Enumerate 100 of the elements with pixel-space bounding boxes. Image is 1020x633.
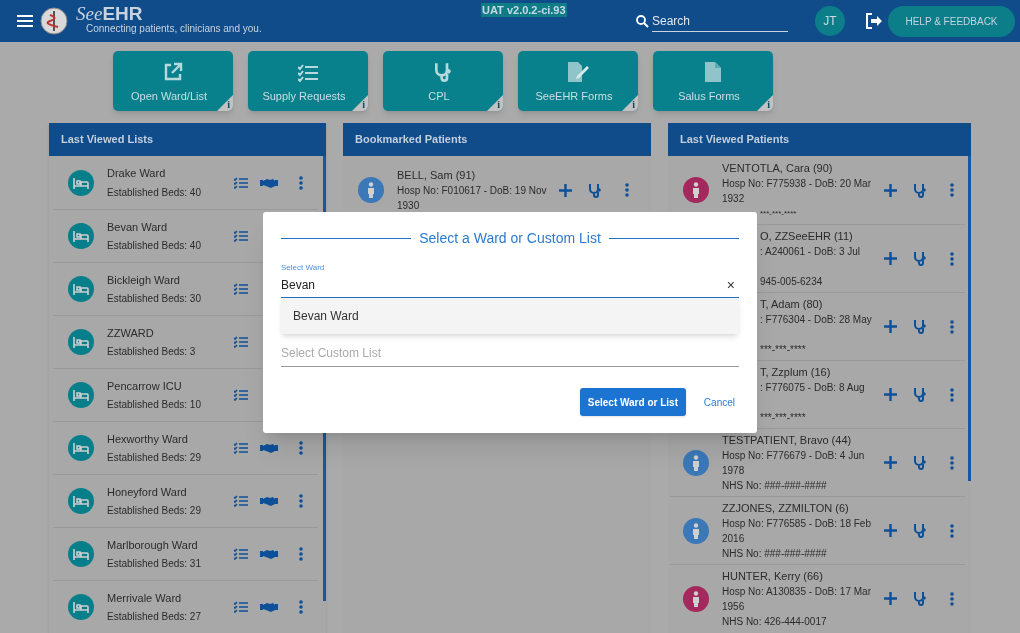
panel-header: Bookmarked Patients xyxy=(343,123,651,156)
checklist-icon[interactable] xyxy=(234,548,248,560)
patient-name[interactable]: ZZJONES, ZZMILTON (6) xyxy=(722,500,874,516)
search-icon xyxy=(636,14,649,28)
patient-name[interactable]: O, ZZSeeEHR (11) xyxy=(760,228,874,244)
checklist-icon[interactable] xyxy=(234,283,248,295)
stethoscope-icon[interactable] xyxy=(913,319,927,334)
ward-name[interactable]: Marlborough Ward xyxy=(107,536,232,554)
patient-name[interactable]: T, Adam (80) xyxy=(760,296,874,312)
menu-icon[interactable] xyxy=(17,15,33,27)
ward-name[interactable]: Honeyford Ward xyxy=(107,483,232,501)
patient-name[interactable]: TESTPATIENT, Bravo (44) xyxy=(722,432,874,448)
stethoscope-icon[interactable] xyxy=(913,182,927,198)
checklist-icon[interactable] xyxy=(234,601,248,613)
ward-name[interactable]: Hexworthy Ward xyxy=(107,430,232,448)
checklist-icon[interactable] xyxy=(234,495,248,507)
patient-details: Hosp No: F775938 - DoB: 20 Mar 1932 xyxy=(722,176,872,206)
beds-count: Established Beds: 40 xyxy=(107,239,202,254)
handshake-icon[interactable] xyxy=(260,176,278,189)
ward-option[interactable]: Bevan Ward xyxy=(281,298,739,334)
add-icon[interactable] xyxy=(884,252,897,265)
checklist-icon[interactable] xyxy=(234,389,248,401)
search-field[interactable]: Search xyxy=(652,10,788,32)
checklist-icon[interactable] xyxy=(234,230,248,242)
patient-name[interactable]: BELL, Sam (91) xyxy=(397,167,549,183)
checklist-icon[interactable] xyxy=(234,176,248,189)
more-options-icon[interactable] xyxy=(950,183,954,197)
shortcut-tile[interactable]: Supply Requests i xyxy=(248,51,368,111)
ward-name[interactable]: Bevan Ward xyxy=(107,218,232,236)
handshake-icon[interactable] xyxy=(260,548,278,560)
beds-count: Established Beds: 3 xyxy=(107,345,197,360)
stethoscope-icon[interactable] xyxy=(913,455,927,470)
ward-name[interactable]: Merrivale Ward xyxy=(107,589,232,607)
beds-count: Established Beds: 30 xyxy=(107,292,202,307)
info-badge[interactable]: i xyxy=(757,95,773,111)
stethoscope-icon[interactable] xyxy=(913,251,927,266)
tagline: Connecting patients, clinicians and you. xyxy=(86,24,262,34)
info-badge[interactable]: i xyxy=(622,95,638,111)
user-avatar[interactable]: JT xyxy=(815,6,845,36)
shortcut-tile[interactable]: SeeEHR Forms i xyxy=(518,51,638,111)
patient-name[interactable]: VENTOTLA, Cara (90) xyxy=(722,159,874,176)
more-options-icon[interactable] xyxy=(625,183,629,197)
version-label: UAT v2.0.2-ci.93 xyxy=(481,3,567,17)
info-badge[interactable]: i xyxy=(352,95,368,111)
more-options-icon[interactable] xyxy=(950,319,954,334)
handshake-icon[interactable] xyxy=(260,601,278,613)
info-badge[interactable]: i xyxy=(487,95,503,111)
add-icon[interactable] xyxy=(884,320,897,333)
more-options-icon[interactable] xyxy=(299,441,303,455)
stethoscope-icon xyxy=(433,61,453,82)
checklist-icon xyxy=(298,63,318,82)
bed-icon xyxy=(68,594,94,620)
add-icon[interactable] xyxy=(884,183,897,197)
ward-name[interactable]: Pencarrow ICU xyxy=(107,377,232,395)
beds-count: Established Beds: 10 xyxy=(107,398,202,413)
beds-count: Established Beds: 27 xyxy=(107,610,202,625)
stethoscope-icon[interactable] xyxy=(913,591,927,606)
ward-name[interactable]: Bickleigh Ward xyxy=(107,271,232,289)
stethoscope-icon[interactable] xyxy=(588,182,602,198)
external-link-icon xyxy=(163,61,183,82)
patient-name[interactable]: T, Zzplum (16) xyxy=(760,364,874,380)
checklist-icon[interactable] xyxy=(234,442,248,454)
stethoscope-icon[interactable] xyxy=(913,387,927,402)
add-icon[interactable] xyxy=(884,388,897,401)
caduceus-logo-icon xyxy=(40,7,68,35)
clear-button[interactable]: × xyxy=(726,278,735,292)
shortcut-tile[interactable]: Salus Forms i xyxy=(653,51,773,111)
handshake-icon[interactable] xyxy=(260,495,278,507)
more-options-icon[interactable] xyxy=(299,494,303,508)
more-options-icon[interactable] xyxy=(950,591,954,606)
more-options-icon[interactable] xyxy=(950,523,954,538)
patient-name[interactable]: HUNTER, Kerry (66) xyxy=(722,568,874,584)
logout-icon[interactable] xyxy=(865,13,883,29)
panel-header: Last Viewed Patients xyxy=(668,123,971,156)
more-options-icon[interactable] xyxy=(299,600,303,614)
dialog-title: Select a Ward or Custom List xyxy=(419,229,601,248)
add-icon[interactable] xyxy=(884,592,897,605)
more-options-icon[interactable] xyxy=(950,251,954,266)
ward-name[interactable]: ZZWARD xyxy=(107,324,232,342)
nhs-number: ***-***-**** xyxy=(760,411,807,425)
more-options-icon[interactable] xyxy=(950,387,954,402)
cancel-button[interactable]: Cancel xyxy=(703,394,735,410)
add-icon[interactable] xyxy=(884,456,897,469)
select-button[interactable]: Select Ward or List xyxy=(579,388,686,416)
checklist-icon[interactable] xyxy=(234,336,248,348)
add-icon[interactable] xyxy=(559,183,572,197)
handshake-icon[interactable] xyxy=(260,442,278,454)
add-icon[interactable] xyxy=(884,524,897,537)
stethoscope-icon[interactable] xyxy=(913,523,927,538)
more-options-icon[interactable] xyxy=(950,455,954,470)
custom-list-field[interactable]: Select Custom List xyxy=(281,344,739,367)
shortcut-tile[interactable]: Open Ward/List i xyxy=(113,51,233,111)
more-options-icon[interactable] xyxy=(299,175,303,190)
help-feedback-button[interactable]: HELP & FEEDBACK xyxy=(888,5,1015,37)
shortcut-tile[interactable]: CPL i xyxy=(383,51,503,111)
beds-count: Established Beds: 40 xyxy=(107,185,202,200)
info-badge[interactable]: i xyxy=(217,95,233,111)
bed-icon xyxy=(68,435,94,461)
ward-name[interactable]: Drake Ward xyxy=(107,165,232,182)
more-options-icon[interactable] xyxy=(299,547,303,561)
